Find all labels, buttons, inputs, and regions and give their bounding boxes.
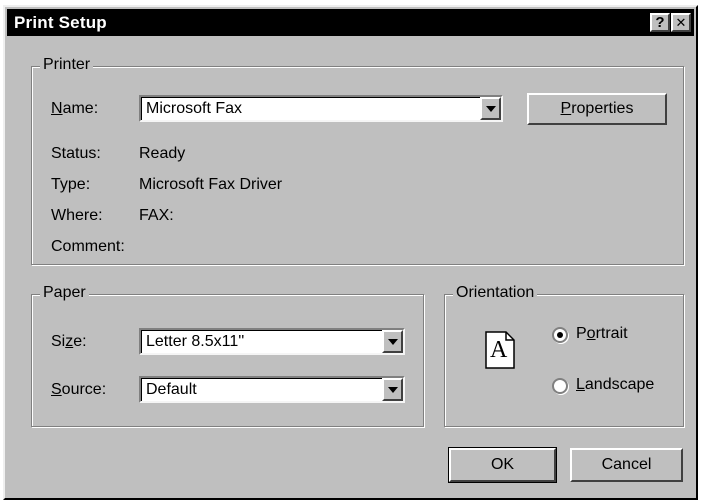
printer-name-value: Microsoft Fax xyxy=(146,100,243,117)
printer-name-dropdown-button[interactable] xyxy=(480,97,501,120)
orientation-group: Orientation A Portrait Landscape xyxy=(444,284,684,427)
cancel-button[interactable]: Cancel xyxy=(570,448,683,482)
landscape-label[interactable]: Landscape xyxy=(576,376,654,394)
printer-name-select[interactable]: Microsoft Fax xyxy=(139,95,503,122)
status-label: Status: xyxy=(51,145,101,162)
paper-source-select[interactable]: Default xyxy=(139,376,405,403)
where-label: Where: xyxy=(51,207,103,224)
close-icon: ✕ xyxy=(675,15,687,30)
paper-group-label: Paper xyxy=(40,284,89,302)
close-button[interactable]: ✕ xyxy=(671,13,691,32)
help-button[interactable]: ? xyxy=(650,13,670,32)
title-bar[interactable]: Print Setup ? ✕ xyxy=(7,9,694,36)
comment-label: Comment: xyxy=(51,238,125,255)
help-icon: ? xyxy=(655,14,665,31)
printer-group: Printer Name: Microsoft Fax Properties S… xyxy=(31,56,684,265)
chevron-down-icon xyxy=(485,105,496,112)
print-setup-dialog: Print Setup ? ✕ Printer Name: Microsoft … xyxy=(3,5,698,500)
chevron-down-icon xyxy=(387,338,398,345)
paper-group: Paper Size: Letter 8.5x11'' Source: Defa… xyxy=(31,284,424,427)
size-label: Size: xyxy=(51,333,87,350)
portrait-label[interactable]: Portrait xyxy=(576,325,628,343)
ok-button-label: OK xyxy=(490,456,515,473)
chevron-down-icon xyxy=(387,386,398,393)
properties-button[interactable]: Properties xyxy=(527,93,667,125)
type-label: Type: xyxy=(51,176,91,193)
paper-size-select[interactable]: Letter 8.5x11'' xyxy=(139,328,405,355)
orientation-group-label: Orientation xyxy=(453,284,538,302)
landscape-radio[interactable] xyxy=(552,378,568,394)
ok-button[interactable]: OK xyxy=(448,447,557,483)
page-glyph: A xyxy=(490,337,508,363)
cancel-button-label: Cancel xyxy=(601,456,652,473)
paper-size-value: Letter 8.5x11'' xyxy=(146,333,245,350)
window-title: Print Setup xyxy=(14,13,107,32)
paper-source-value: Default xyxy=(146,381,197,398)
paper-size-dropdown-button[interactable] xyxy=(382,330,403,353)
radio-selected-dot xyxy=(557,332,563,338)
printer-group-label: Printer xyxy=(40,56,94,74)
portrait-radio[interactable] xyxy=(552,327,568,343)
properties-button-label: Properties xyxy=(560,100,634,117)
where-value: FAX: xyxy=(139,207,174,224)
type-value: Microsoft Fax Driver xyxy=(139,176,283,193)
name-label: Name: xyxy=(51,100,99,117)
paper-source-dropdown-button[interactable] xyxy=(382,378,403,401)
status-value: Ready xyxy=(139,145,186,162)
source-label: Source: xyxy=(51,381,107,398)
portrait-page-icon: A xyxy=(485,331,515,369)
